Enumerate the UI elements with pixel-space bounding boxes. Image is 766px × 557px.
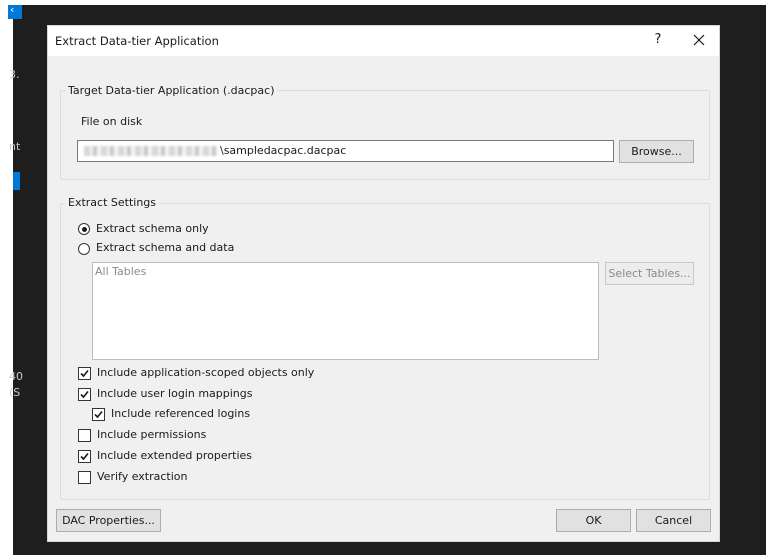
- dac-properties-button[interactable]: DAC Properties...: [56, 509, 161, 532]
- user-login-mappings-checkbox[interactable]: [78, 388, 91, 401]
- referenced-logins-checkbox[interactable]: [92, 408, 105, 421]
- tables-placeholder: All Tables: [95, 265, 147, 278]
- app-scoped-label[interactable]: Include application-scoped objects only: [97, 366, 314, 379]
- background-text: nt: [9, 140, 21, 153]
- target-group-label: Target Data-tier Application (.dacpac): [66, 84, 277, 97]
- checkmark-icon: [80, 390, 89, 399]
- radio-selected-dot: [81, 226, 87, 232]
- extract-schema-data-radio[interactable]: [78, 243, 90, 255]
- chevron-left-icon: ‹: [10, 3, 15, 16]
- ok-button[interactable]: OK: [556, 509, 631, 532]
- extract-schema-only-radio[interactable]: [78, 223, 90, 235]
- redacted-path: [84, 146, 218, 156]
- select-tables-button[interactable]: Select Tables...: [605, 262, 694, 285]
- background-edge: [0, 0, 13, 557]
- file-on-disk-label: File on disk: [81, 115, 143, 128]
- checkmark-icon: [80, 452, 89, 461]
- extended-properties-label[interactable]: Include extended properties: [97, 449, 252, 462]
- screen: ‹ 3. nt 40 (S Extract Data-tier Applicat…: [0, 0, 766, 557]
- collapse-button[interactable]: ‹: [8, 3, 22, 19]
- dialog-title: Extract Data-tier Application: [55, 34, 219, 48]
- target-groupbox: [60, 90, 710, 180]
- extract-dialog: Extract Data-tier Application ? Target D…: [47, 25, 720, 542]
- referenced-logins-label[interactable]: Include referenced logins: [111, 407, 250, 420]
- dialog-titlebar: Extract Data-tier Application ?: [48, 26, 719, 56]
- settings-group-label: Extract Settings: [66, 196, 159, 209]
- verify-extraction-checkbox[interactable]: [78, 471, 91, 484]
- extract-schema-only-label[interactable]: Extract schema only: [96, 222, 209, 235]
- background-text: 40: [9, 370, 23, 383]
- help-icon[interactable]: ?: [650, 32, 666, 48]
- background-text: (S: [9, 386, 21, 399]
- user-login-mappings-label[interactable]: Include user login mappings: [97, 387, 252, 400]
- app-scoped-checkbox[interactable]: [78, 367, 91, 380]
- checkmark-icon: [94, 410, 103, 419]
- permissions-checkbox[interactable]: [78, 429, 91, 442]
- file-path-input[interactable]: \sampledacpac.dacpac: [77, 140, 614, 162]
- extract-schema-data-label[interactable]: Extract schema and data: [96, 241, 234, 254]
- file-path-value: \sampledacpac.dacpac: [220, 144, 347, 157]
- background-selection: [13, 172, 20, 190]
- background-text: 3.: [9, 68, 20, 81]
- tables-listbox[interactable]: All Tables: [92, 262, 599, 360]
- permissions-label[interactable]: Include permissions: [97, 428, 206, 441]
- checkmark-icon: [80, 369, 89, 378]
- cancel-button[interactable]: Cancel: [636, 509, 711, 532]
- extended-properties-checkbox[interactable]: [78, 450, 91, 463]
- browse-button[interactable]: Browse...: [619, 140, 694, 163]
- close-icon[interactable]: [688, 30, 710, 50]
- verify-extraction-label[interactable]: Verify extraction: [97, 470, 187, 483]
